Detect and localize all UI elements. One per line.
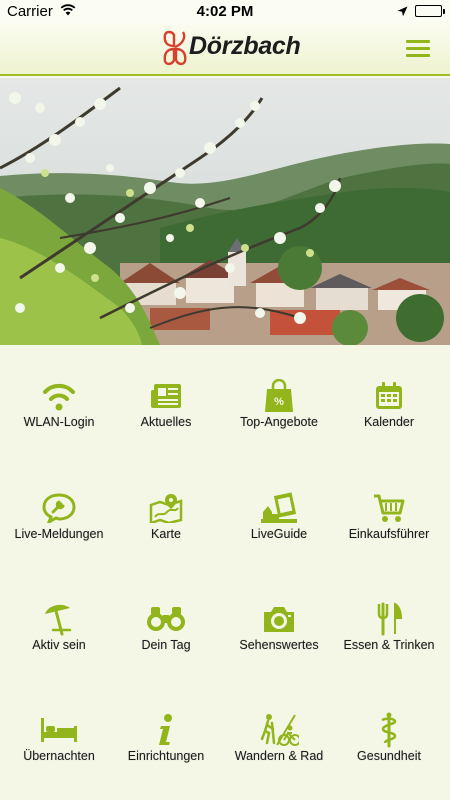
tile-label: Einrichtungen bbox=[127, 749, 205, 763]
menu-bar-icon bbox=[406, 54, 430, 57]
tile-label: Essen & Trinken bbox=[343, 638, 435, 652]
wifi-icon bbox=[39, 378, 79, 414]
app-header: Dörzbach bbox=[0, 22, 450, 76]
hero-image bbox=[0, 78, 450, 345]
tile-label: Aktuelles bbox=[140, 415, 192, 429]
tile-einrichtungen[interactable]: Einrichtungen bbox=[110, 712, 222, 800]
tile-kalender[interactable]: Kalender bbox=[333, 378, 445, 468]
tile-label: LiveGuide bbox=[250, 527, 308, 541]
binoculars-icon bbox=[146, 601, 186, 637]
app-logo: Dörzbach bbox=[163, 30, 301, 70]
beach-umbrella-icon bbox=[39, 601, 79, 637]
tile-label: WLAN-Login bbox=[23, 415, 95, 429]
tile-top-angebote[interactable]: % Top-Angebote bbox=[223, 378, 335, 468]
status-bar: Carrier 4:02 PM bbox=[0, 0, 450, 22]
tile-wandern-rad[interactable]: Wandern & Rad bbox=[223, 712, 335, 800]
tile-label: Live-Meldungen bbox=[14, 527, 104, 541]
app-title: Dörzbach bbox=[189, 31, 301, 60]
clover-logo-icon bbox=[163, 30, 187, 71]
tile-label: Dein Tag bbox=[141, 638, 191, 652]
menu-bar-icon bbox=[406, 47, 430, 50]
tile-aktuelles[interactable]: Aktuelles bbox=[110, 378, 222, 468]
clock: 4:02 PM bbox=[196, 3, 254, 20]
bed-icon bbox=[39, 712, 79, 748]
tile-dein-tag[interactable]: Dein Tag bbox=[110, 601, 222, 691]
tile-label: Top-Angebote bbox=[240, 415, 318, 429]
tile-wlan-login[interactable]: WLAN-Login bbox=[3, 378, 115, 468]
calendar-icon bbox=[369, 378, 409, 414]
fork-knife-icon bbox=[369, 601, 409, 637]
tile-liveguide[interactable]: LiveGuide bbox=[223, 490, 335, 580]
location-arrow-icon bbox=[397, 4, 408, 22]
tile-label: Gesundheit bbox=[357, 749, 421, 763]
battery-icon bbox=[415, 5, 445, 17]
shopping-cart-icon bbox=[369, 490, 409, 526]
tile-live-meldungen[interactable]: Live-Meldungen bbox=[3, 490, 115, 580]
camera-icon bbox=[259, 601, 299, 637]
tile-label: Sehenswertes bbox=[239, 638, 319, 652]
caduceus-icon bbox=[369, 712, 409, 748]
tile-sehenswertes[interactable]: Sehenswertes bbox=[223, 601, 335, 691]
newspaper-icon bbox=[146, 378, 186, 414]
hamburger-menu-button[interactable] bbox=[406, 40, 430, 58]
tile-uebernachten[interactable]: Übernachten bbox=[3, 712, 115, 800]
tile-label: Karte bbox=[151, 527, 181, 541]
guide-screen-icon bbox=[259, 490, 299, 526]
tile-label: Übernachten bbox=[23, 749, 95, 763]
tile-label: Einkaufsführer bbox=[348, 527, 430, 541]
tile-label: Wandern & Rad bbox=[234, 749, 324, 763]
shopping-bag-percent-icon: % bbox=[259, 378, 299, 414]
map-pin-icon bbox=[146, 490, 186, 526]
tile-karte[interactable]: Karte bbox=[110, 490, 222, 580]
hiker-cyclist-icon bbox=[259, 712, 299, 748]
tile-gesundheit[interactable]: Gesundheit bbox=[333, 712, 445, 800]
tile-essen-trinken[interactable]: Essen & Trinken bbox=[333, 601, 445, 691]
tile-label: Aktiv sein bbox=[32, 638, 86, 652]
menu-bar-icon bbox=[406, 40, 430, 43]
svg-text:%: % bbox=[274, 396, 284, 408]
menu-grid: WLAN-Login Aktuelles % Top-Angebote Kale… bbox=[0, 345, 450, 800]
tile-einkaufsfuehrer[interactable]: Einkaufsführer bbox=[333, 490, 445, 580]
info-icon bbox=[146, 712, 186, 748]
tile-aktiv-sein[interactable]: Aktiv sein bbox=[3, 601, 115, 691]
speech-wrench-icon bbox=[39, 490, 79, 526]
tile-label: Kalender bbox=[363, 415, 415, 429]
